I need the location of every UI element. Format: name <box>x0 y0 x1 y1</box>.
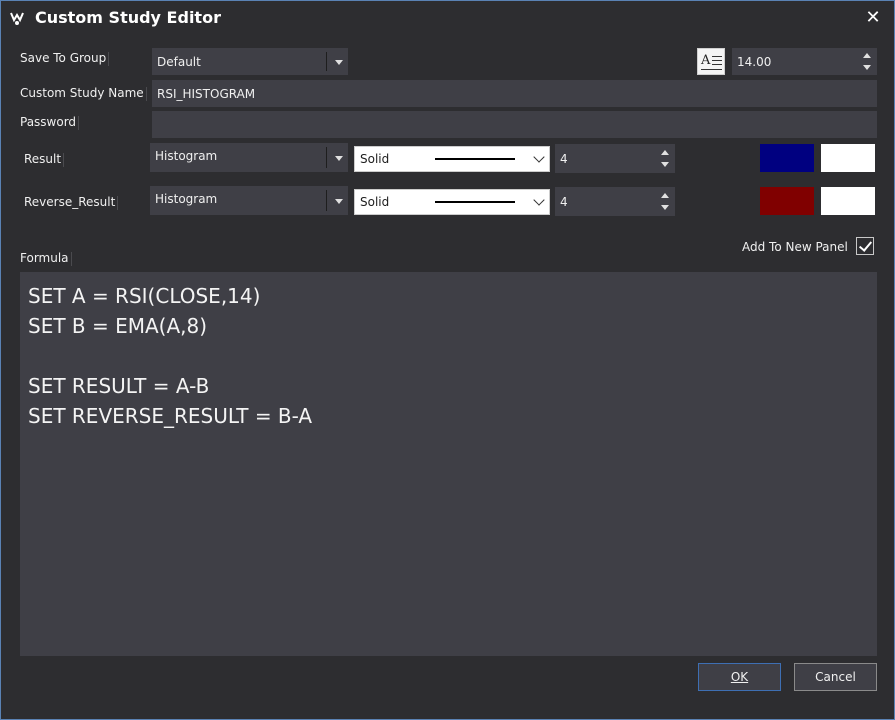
reverse-result-chart-type-combo[interactable]: Histogram <box>150 186 348 215</box>
custom-study-name-label: Custom Study Name <box>20 86 147 101</box>
result-color-swatch-2[interactable] <box>820 143 876 173</box>
window-title: Custom Study Editor <box>35 8 221 27</box>
password-label: Password <box>20 115 80 130</box>
reverse-result-line-style-combo[interactable]: Solid <box>354 189 550 215</box>
result-thickness-spinner[interactable]: 4 <box>555 144 675 173</box>
reverse-result-line-style-value: Solid <box>360 195 390 209</box>
custom-study-editor-dialog: Custom Study Editor ✕ Save To Group Defa… <box>0 0 895 720</box>
ok-button[interactable]: OK <box>698 663 781 691</box>
spinner-down-icon[interactable] <box>656 202 674 216</box>
reverse-result-color-swatch-1[interactable] <box>759 186 815 216</box>
save-to-group-value: Default <box>157 54 201 69</box>
app-icon <box>10 12 24 25</box>
result-line-style-value: Solid <box>360 152 390 166</box>
reverse-result-label: Reverse_Result <box>24 195 119 210</box>
cancel-button[interactable]: Cancel <box>794 663 877 691</box>
result-thickness-value: 4 <box>560 151 568 166</box>
spinner-down-icon[interactable] <box>858 62 876 75</box>
chevron-down-icon[interactable] <box>533 151 545 163</box>
formula-label: Formula <box>20 251 72 266</box>
reverse-result-thickness-spinner[interactable]: 4 <box>555 187 675 216</box>
line-preview <box>435 158 515 160</box>
cancel-button-label: Cancel <box>815 670 856 684</box>
reverse-result-chart-type-value: Histogram <box>155 192 218 206</box>
save-to-group-combo[interactable]: Default <box>152 48 348 75</box>
font-icon[interactable]: A <box>697 48 725 75</box>
result-label: Result <box>24 152 65 167</box>
custom-study-name-input[interactable]: RSI_HISTOGRAM <box>152 80 877 107</box>
password-input[interactable] <box>152 111 877 138</box>
reverse-result-color-swatch-2[interactable] <box>820 186 876 216</box>
spinner-up-icon[interactable] <box>656 145 674 159</box>
close-button[interactable]: ✕ <box>859 5 887 31</box>
chevron-down-icon[interactable] <box>329 144 349 171</box>
chevron-down-icon[interactable] <box>329 187 349 214</box>
spinner-down-icon[interactable] <box>656 159 674 173</box>
font-size-spinner[interactable]: 14.00 <box>732 48 877 75</box>
chevron-down-icon[interactable] <box>329 49 349 74</box>
line-preview <box>435 201 515 203</box>
add-to-new-panel-checkbox[interactable] <box>856 237 874 255</box>
result-chart-type-value: Histogram <box>155 149 218 163</box>
chevron-down-icon[interactable] <box>533 194 545 206</box>
ok-button-label: OK <box>730 670 749 684</box>
result-chart-type-combo[interactable]: Histogram <box>150 143 348 172</box>
formula-editor[interactable]: SET A = RSI(CLOSE,14) SET B = EMA(A,8) S… <box>20 272 877 656</box>
spinner-up-icon[interactable] <box>858 49 876 62</box>
reverse-result-thickness-value: 4 <box>560 194 568 209</box>
result-color-swatch-1[interactable] <box>759 143 815 173</box>
spinner-up-icon[interactable] <box>656 188 674 202</box>
save-to-group-label: Save To Group <box>20 51 110 66</box>
result-line-style-combo[interactable]: Solid <box>354 146 550 172</box>
font-size-value: 14.00 <box>737 54 772 69</box>
title-bar[interactable]: Custom Study Editor ✕ <box>1 1 894 35</box>
custom-study-name-value: RSI_HISTOGRAM <box>157 86 256 101</box>
add-to-new-panel-label: Add To New Panel <box>742 240 848 254</box>
